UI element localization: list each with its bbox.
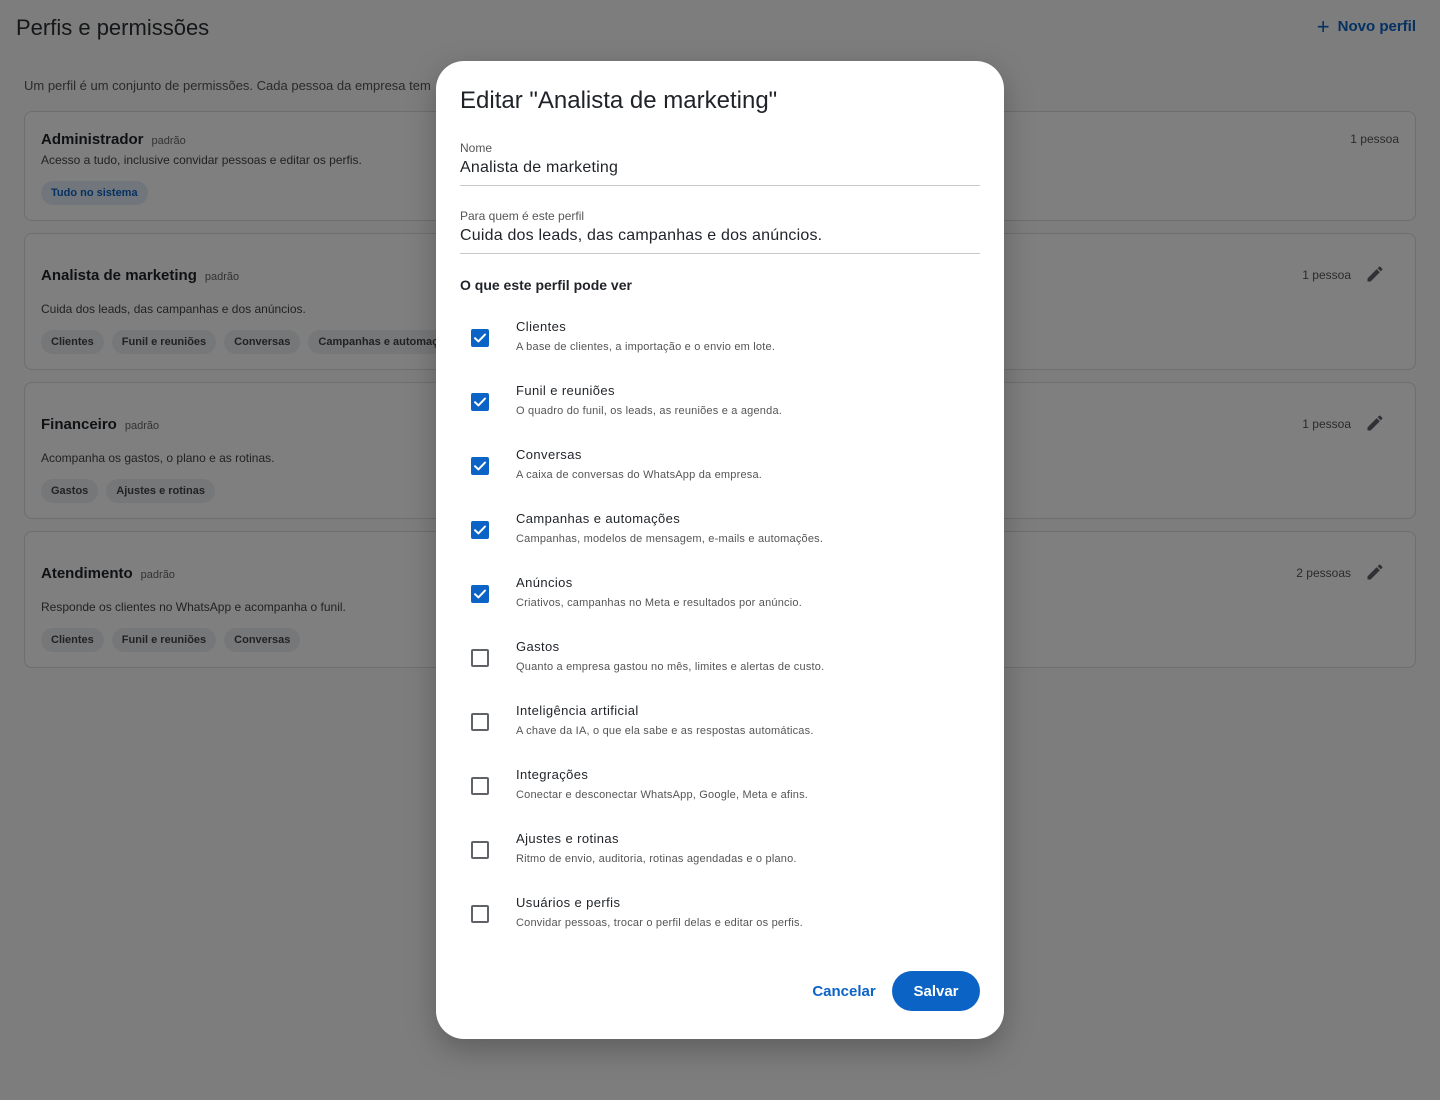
checkmark-icon [474, 589, 486, 599]
permission-description: Conectar e desconectar WhatsApp, Google,… [516, 789, 809, 801]
permission-row[interactable]: Gastos Quanto a empresa gastou no mês, li… [460, 639, 980, 695]
name-field: Nome [460, 141, 980, 186]
permission-checkbox[interactable] [471, 521, 489, 539]
checkmark-icon [474, 333, 486, 343]
permission-checkbox[interactable] [471, 713, 489, 731]
checkmark-icon [474, 461, 486, 471]
name-label: Nome [460, 141, 493, 155]
permission-title: Ajustes e rotinas [516, 831, 619, 846]
dialog-title: Editar "Analista de marketing" [460, 87, 778, 114]
permission-checkbox[interactable] [471, 457, 489, 475]
permission-row[interactable]: Conversas A caixa de conversas do WhatsAp… [460, 447, 980, 503]
permission-title: Integrações [516, 767, 589, 782]
permission-title: Funil e reuniões [516, 383, 615, 398]
permission-checkbox[interactable] [471, 329, 489, 347]
save-button[interactable]: Salvar [892, 971, 980, 1011]
permission-description: Ritmo de envio, auditoria, rotinas agend… [516, 853, 797, 865]
permission-description: A chave da IA, o que ela sabe e as respo… [516, 725, 814, 737]
permission-title: Conversas [516, 447, 582, 462]
permission-row[interactable]: Inteligência artificial A chave da IA, o … [460, 703, 980, 759]
permission-checkbox[interactable] [471, 841, 489, 859]
permission-row[interactable]: Campanhas e automações Campanhas, modelos… [460, 511, 980, 567]
permission-row[interactable]: Funil e reuniões O quadro do funil, os le… [460, 383, 980, 439]
checkmark-icon [474, 525, 486, 535]
permission-description: A base de clientes, a importação e o env… [516, 341, 776, 353]
permission-row[interactable]: Clientes A base de clientes, a importação… [460, 319, 980, 375]
permission-title: Gastos [516, 639, 560, 654]
permission-row[interactable]: Usuários e perfis Convidar pessoas, troca… [460, 895, 980, 951]
permission-title: Usuários e perfis [516, 895, 621, 910]
permission-description: Criativos, campanhas no Meta e resultado… [516, 597, 802, 609]
edit-profile-dialog: Editar "Analista de marketing" Nome Para… [436, 61, 1004, 1039]
permission-description: O quadro do funil, os leads, as reuniões… [516, 405, 783, 417]
permission-description: Campanhas, modelos de mensagem, e-mails … [516, 533, 824, 545]
permissions-heading: O que este perfil pode ver [460, 277, 632, 293]
permission-checkbox[interactable] [471, 393, 489, 411]
audience-label: Para quem é este perfil [460, 209, 585, 223]
permission-checkbox[interactable] [471, 905, 489, 923]
permission-description: Convidar pessoas, trocar o perfil delas … [516, 917, 803, 929]
permission-description: Quanto a empresa gastou no mês, limites … [516, 661, 825, 673]
permission-title: Campanhas e automações [516, 511, 681, 526]
permission-row[interactable]: Anúncios Criativos, campanhas no Meta e r… [460, 575, 980, 631]
permission-title: Inteligência artificial [516, 703, 639, 718]
cancel-button[interactable]: Cancelar [808, 971, 880, 1011]
permission-checkbox[interactable] [471, 585, 489, 603]
permission-checkbox[interactable] [471, 649, 489, 667]
permission-row[interactable]: Integrações Conectar e desconectar WhatsA… [460, 767, 980, 823]
permission-row[interactable]: Ajustes e rotinas Ritmo de envio, auditor… [460, 831, 980, 887]
name-input[interactable] [460, 159, 980, 185]
audience-input[interactable] [460, 227, 980, 253]
permission-title: Clientes [516, 319, 567, 334]
permission-title: Anúncios [516, 575, 573, 590]
checkmark-icon [474, 397, 486, 407]
permission-checkbox[interactable] [471, 777, 489, 795]
permission-description: A caixa de conversas do WhatsApp da empr… [516, 469, 763, 481]
audience-field: Para quem é este perfil [460, 209, 980, 254]
